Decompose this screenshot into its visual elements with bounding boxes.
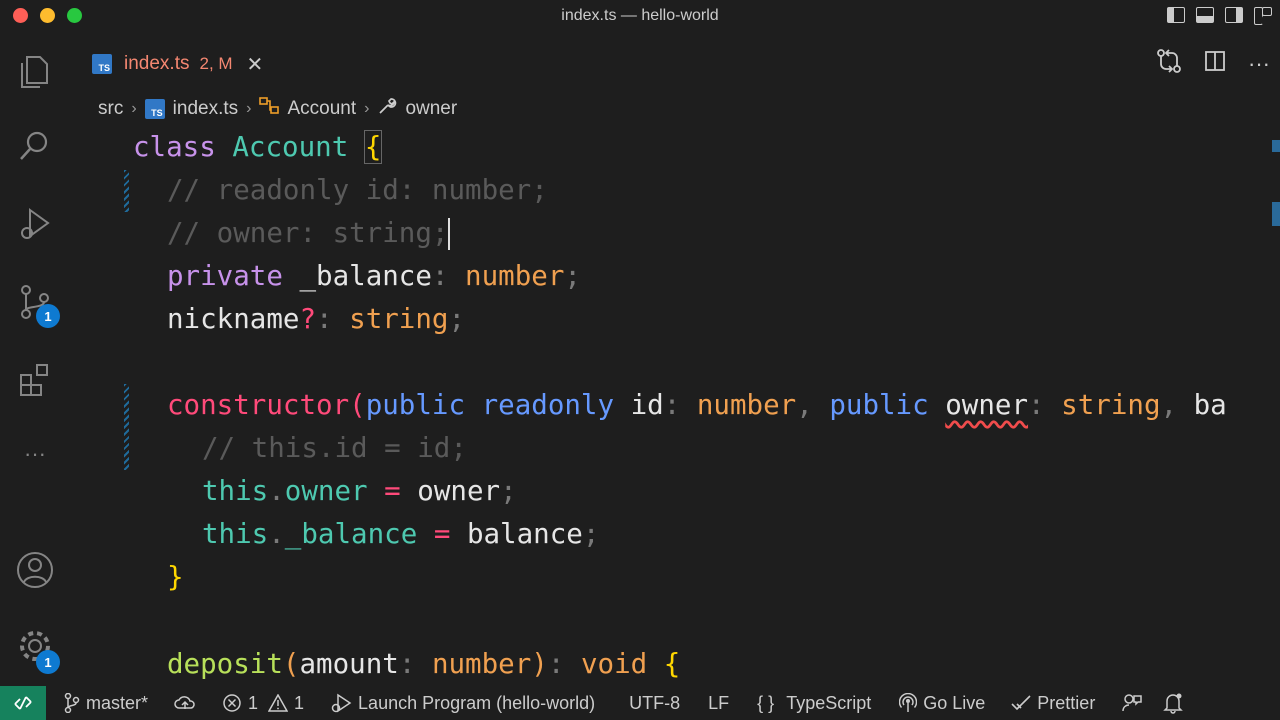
chevron-right-icon: › bbox=[364, 100, 370, 117]
sync-icon[interactable] bbox=[174, 694, 196, 712]
breadcrumb-class[interactable]: Account bbox=[287, 98, 356, 120]
tab-problems-status: 2, M bbox=[199, 54, 233, 73]
source-control-badge: 1 bbox=[36, 304, 60, 328]
text-cursor bbox=[448, 218, 451, 250]
close-tab-icon[interactable]: ✕ bbox=[247, 52, 264, 77]
toggle-panel-icon[interactable] bbox=[1196, 7, 1214, 23]
chevron-right-icon: › bbox=[131, 100, 137, 117]
search-icon[interactable] bbox=[15, 126, 55, 166]
open-changes-icon[interactable] bbox=[1156, 48, 1182, 79]
toggle-primary-sidebar-icon[interactable] bbox=[1167, 7, 1185, 23]
more-actions-icon[interactable]: ··· bbox=[1248, 51, 1270, 77]
typescript-file-icon: TS bbox=[92, 54, 112, 74]
code-line-1: class Account { bbox=[133, 130, 383, 164]
status-bar: master* 1 1 Launch Program (hello-world)… bbox=[0, 686, 1280, 720]
code-line-8: this.owner = owner; bbox=[202, 475, 517, 507]
notifications-bell-icon[interactable] bbox=[1163, 692, 1184, 714]
language-status[interactable]: { } TypeScript bbox=[757, 693, 871, 714]
error-count: 1 bbox=[248, 692, 259, 713]
code-line-9: this._balance = balance; bbox=[202, 518, 600, 550]
problems-status[interactable]: 1 1 bbox=[222, 693, 304, 714]
error-squiggle: owner bbox=[945, 389, 1029, 421]
tab-label: index.ts bbox=[124, 53, 190, 74]
split-editor-icon[interactable] bbox=[1204, 50, 1226, 77]
gutter-change-marker bbox=[124, 170, 129, 212]
minimap-marker bbox=[1272, 140, 1280, 152]
prettier-label: Prettier bbox=[1037, 692, 1096, 713]
branch-label: master* bbox=[86, 692, 149, 713]
minimap-marker bbox=[1272, 202, 1280, 226]
chevron-right-icon: › bbox=[246, 100, 252, 117]
warning-count: 1 bbox=[294, 692, 305, 713]
extensions-icon[interactable] bbox=[15, 360, 55, 400]
run-debug-icon[interactable] bbox=[15, 204, 55, 244]
window-title: index.ts — hello-world bbox=[561, 7, 719, 24]
breadcrumb: src › TS index.ts › Account › owner bbox=[98, 95, 457, 123]
typescript-file-icon: TS bbox=[144, 99, 165, 119]
title-bar: index.ts — hello-world bbox=[0, 0, 1280, 34]
accounts-icon[interactable] bbox=[15, 550, 55, 590]
code-line-2: // readonly id: number; bbox=[167, 174, 548, 206]
code-line-5: nickname?: string; bbox=[167, 303, 466, 335]
code-line-4: private _balance: number; bbox=[167, 260, 581, 292]
breadcrumb-folder[interactable]: src bbox=[98, 98, 123, 120]
breadcrumb-member[interactable]: owner bbox=[405, 98, 457, 120]
branch-status[interactable]: master* bbox=[64, 693, 148, 714]
customize-layout-icon[interactable] bbox=[1254, 7, 1272, 25]
code-line-7: // this.id = id; bbox=[202, 432, 467, 464]
eol-status[interactable]: LF bbox=[708, 693, 729, 714]
code-editor[interactable]: class Account { // readonly id: number; … bbox=[96, 126, 1266, 686]
code-line-6: constructor(public readonly id: number, … bbox=[167, 389, 1227, 421]
prettier-status[interactable]: Prettier bbox=[1011, 693, 1095, 714]
launch-label: Launch Program (hello-world) bbox=[358, 692, 596, 713]
launch-program-status[interactable]: Launch Program (hello-world) bbox=[330, 693, 595, 714]
tab-bar: TS index.ts 2, M ✕ ··· bbox=[70, 34, 1280, 92]
toggle-secondary-sidebar-icon[interactable] bbox=[1225, 7, 1243, 23]
language-label: TypeScript bbox=[786, 692, 872, 713]
wrench-icon bbox=[377, 96, 397, 122]
encoding-status[interactable]: UTF-8 bbox=[629, 693, 680, 714]
layout-controls bbox=[1167, 7, 1272, 25]
editor-actions: ··· bbox=[1156, 48, 1270, 79]
remote-indicator[interactable] bbox=[0, 686, 46, 720]
code-line-11: deposit(amount: number): void { bbox=[167, 648, 681, 680]
tab-index-ts[interactable]: TS index.ts 2, M ✕ bbox=[88, 38, 292, 90]
code-line-10: } bbox=[167, 561, 184, 593]
go-live-label: Go Live bbox=[923, 692, 986, 713]
gutter-change-marker bbox=[124, 384, 129, 470]
go-live-status[interactable]: Go Live bbox=[899, 693, 985, 714]
class-symbol-icon bbox=[259, 96, 280, 122]
breadcrumb-file[interactable]: index.ts bbox=[173, 98, 238, 120]
activity-bar: 1 ··· 1 bbox=[0, 34, 70, 686]
code-line-3: // owner: string; bbox=[167, 217, 451, 250]
more-icon[interactable]: ··· bbox=[15, 434, 55, 474]
explorer-icon[interactable] bbox=[15, 52, 55, 92]
braces-icon: { } bbox=[757, 692, 775, 713]
feedback-icon[interactable] bbox=[1121, 692, 1143, 714]
settings-badge: 1 bbox=[36, 650, 60, 674]
